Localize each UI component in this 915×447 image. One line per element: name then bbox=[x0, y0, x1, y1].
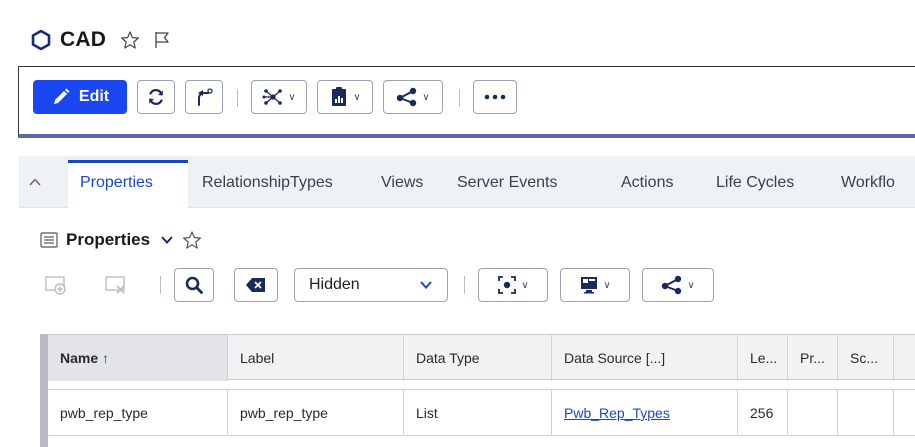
reports-dropdown-button[interactable]: ∨ bbox=[317, 80, 373, 114]
active-tab-indicator bbox=[68, 160, 188, 163]
toolbar-divider bbox=[459, 89, 460, 107]
structure-dropdown-button[interactable]: ∨ bbox=[251, 80, 307, 114]
edit-button[interactable]: Edit bbox=[33, 80, 127, 114]
page-title: CAD bbox=[60, 28, 107, 51]
share-arrow-icon bbox=[198, 88, 213, 106]
tab-life-cycles[interactable]: Life Cycles bbox=[716, 174, 794, 192]
list-view-icon bbox=[40, 232, 58, 248]
share-dropdown-button-secondary[interactable]: ∨ bbox=[642, 268, 714, 302]
column-header-name-label: Name bbox=[60, 350, 99, 366]
chevron-down-icon: ∨ bbox=[422, 91, 430, 103]
cell-label[interactable]: pwb_rep_type bbox=[228, 390, 404, 436]
favorite-star-icon[interactable] bbox=[182, 230, 202, 250]
monitor-icon bbox=[581, 277, 598, 294]
collapse-chevron-up-icon[interactable] bbox=[27, 174, 43, 190]
title-row: CAD bbox=[30, 24, 172, 56]
cell-pr[interactable] bbox=[788, 390, 838, 436]
cell-data-type[interactable]: List bbox=[404, 390, 552, 436]
sort-ascending-icon: ↑ bbox=[102, 350, 110, 366]
data-source-link[interactable]: Pwb_Rep_Types bbox=[564, 405, 670, 421]
column-header-data-type[interactable]: Data Type bbox=[404, 335, 552, 381]
tab-workflows[interactable]: Workflo bbox=[841, 174, 895, 192]
chevron-down-icon: ∨ bbox=[353, 91, 361, 103]
add-row-button[interactable] bbox=[40, 268, 72, 302]
chevron-down-icon: ∨ bbox=[288, 91, 296, 103]
column-header-length[interactable]: Le... bbox=[738, 335, 788, 381]
backspace-clear-icon bbox=[246, 278, 265, 292]
tab-server-events[interactable]: Server Events bbox=[457, 174, 557, 192]
relationship-tabstrip: Properties RelationshipTypes Views Serve… bbox=[19, 156, 915, 208]
chevron-down-icon: ∨ bbox=[521, 279, 529, 291]
grid-filter-row bbox=[48, 380, 915, 390]
pencil-icon bbox=[53, 88, 70, 104]
properties-title: Properties bbox=[66, 230, 151, 249]
flag-icon[interactable] bbox=[152, 30, 172, 50]
item-toolbar: Edit ∨ ∨ ∨ bbox=[18, 66, 915, 138]
clipboard-chart-icon bbox=[332, 87, 347, 106]
refresh-icon bbox=[149, 89, 163, 105]
add-row-icon bbox=[45, 276, 66, 295]
chevron-down-icon: ∨ bbox=[603, 279, 611, 291]
grid-header-row: Name ↑ Label Data Type Data Source [...] … bbox=[48, 334, 915, 381]
chevron-down-icon[interactable] bbox=[160, 235, 174, 245]
view-mode-dropdown-button[interactable]: ∨ bbox=[478, 268, 548, 302]
table-row[interactable]: pwb_rep_type pwb_rep_type List Pwb_Rep_T… bbox=[48, 390, 915, 436]
edit-button-label: Edit bbox=[78, 88, 110, 105]
properties-header: Properties bbox=[40, 228, 202, 252]
remove-row-button[interactable] bbox=[100, 268, 132, 302]
tab-relationshiptypes[interactable]: RelationshipTypes bbox=[202, 174, 333, 192]
chevron-down-icon: ∨ bbox=[687, 279, 695, 291]
column-header-sc[interactable]: Sc... bbox=[838, 335, 894, 381]
more-icon bbox=[484, 94, 506, 100]
item-type-hexagon-icon bbox=[31, 29, 51, 51]
tab-properties[interactable]: Properties bbox=[80, 174, 153, 192]
search-button[interactable] bbox=[174, 268, 214, 302]
focus-target-icon bbox=[498, 276, 517, 294]
network-icon bbox=[262, 89, 283, 105]
properties-grid: Name ↑ Label Data Type Data Source [...] … bbox=[40, 334, 915, 447]
toolbar-divider bbox=[464, 276, 465, 294]
column-header-label[interactable]: Label bbox=[228, 335, 404, 381]
cell-sc[interactable] bbox=[838, 390, 894, 436]
share-arrow-button[interactable] bbox=[185, 80, 223, 114]
column-header-name[interactable]: Name ↑ bbox=[48, 335, 228, 381]
chevron-down-icon bbox=[420, 281, 432, 289]
column-header-data-source[interactable]: Data Source [...] bbox=[552, 335, 738, 381]
clear-search-button[interactable] bbox=[234, 268, 278, 302]
column-header-pr[interactable]: Pr... bbox=[788, 335, 838, 381]
cell-data-source[interactable]: Pwb_Rep_Types bbox=[552, 390, 738, 436]
remove-row-icon bbox=[105, 276, 125, 294]
refresh-button[interactable] bbox=[137, 80, 175, 114]
tab-views[interactable]: Views bbox=[381, 174, 423, 192]
cell-length[interactable]: 256 bbox=[738, 390, 788, 436]
share-nodes-icon bbox=[662, 275, 682, 295]
search-icon bbox=[185, 276, 203, 294]
layout-dropdown-button[interactable]: ∨ bbox=[560, 268, 630, 302]
share-dropdown-button[interactable]: ∨ bbox=[383, 80, 443, 114]
toolbar-divider bbox=[237, 89, 238, 107]
more-actions-button[interactable] bbox=[473, 80, 517, 114]
toolbar-divider bbox=[160, 276, 161, 294]
filter-select-value: Hidden bbox=[309, 276, 360, 293]
share-nodes-icon bbox=[397, 87, 417, 107]
cell-name[interactable]: pwb_rep_type bbox=[48, 390, 228, 436]
filter-select[interactable]: Hidden bbox=[294, 268, 448, 302]
tab-actions[interactable]: Actions bbox=[621, 174, 673, 192]
favorite-star-icon[interactable] bbox=[120, 30, 140, 50]
